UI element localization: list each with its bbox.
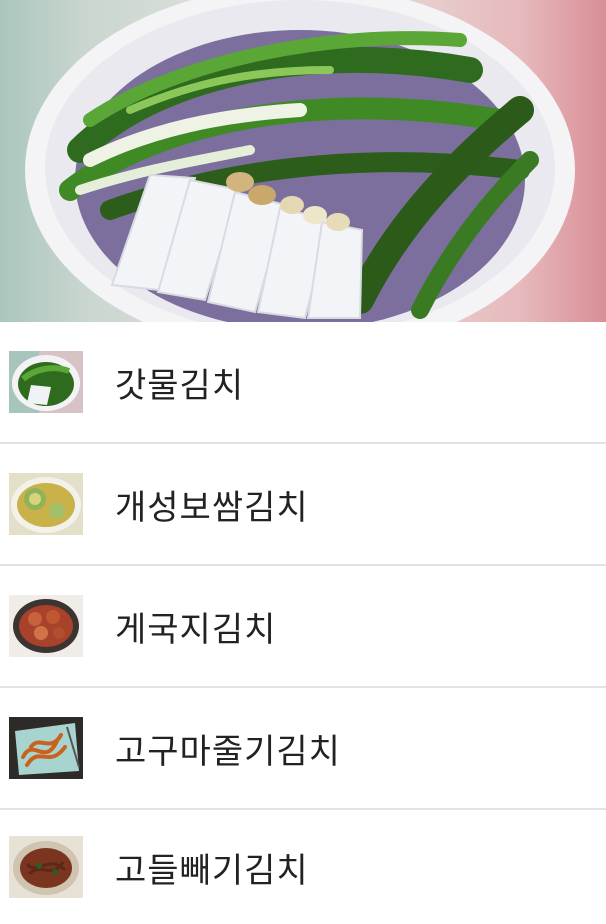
kimchi-list: 갓물김치 개성보쌈김치 게국지김치 고구마줄기김치 고들빼기김치 — [0, 322, 606, 924]
list-item[interactable]: 갓물김치 — [0, 322, 606, 444]
crab-kimchi-dish-icon — [9, 595, 83, 657]
list-item[interactable]: 개성보쌈김치 — [0, 444, 606, 566]
green-kimchi-bowl-icon — [9, 351, 83, 413]
list-item-label: 게국지김치 — [115, 609, 277, 650]
list-item[interactable]: 고구마줄기김치 — [0, 688, 606, 810]
wrapped-kimchi-plate-icon — [9, 473, 83, 535]
list-item-label: 개성보쌈김치 — [115, 487, 309, 528]
list-item[interactable]: 고들빼기김치 — [0, 810, 606, 924]
list-item-label: 고들빼기김치 — [115, 850, 309, 891]
list-item-label: 고구마줄기김치 — [115, 731, 341, 772]
list-item[interactable]: 게국지김치 — [0, 566, 606, 688]
list-item-label: 갓물김치 — [115, 365, 245, 406]
kimchi-photo — [25, 0, 575, 322]
hero-image — [0, 0, 606, 322]
sweet-potato-stem-kimchi-icon — [9, 717, 83, 779]
godeulbbaegi-kimchi-icon — [9, 836, 83, 898]
